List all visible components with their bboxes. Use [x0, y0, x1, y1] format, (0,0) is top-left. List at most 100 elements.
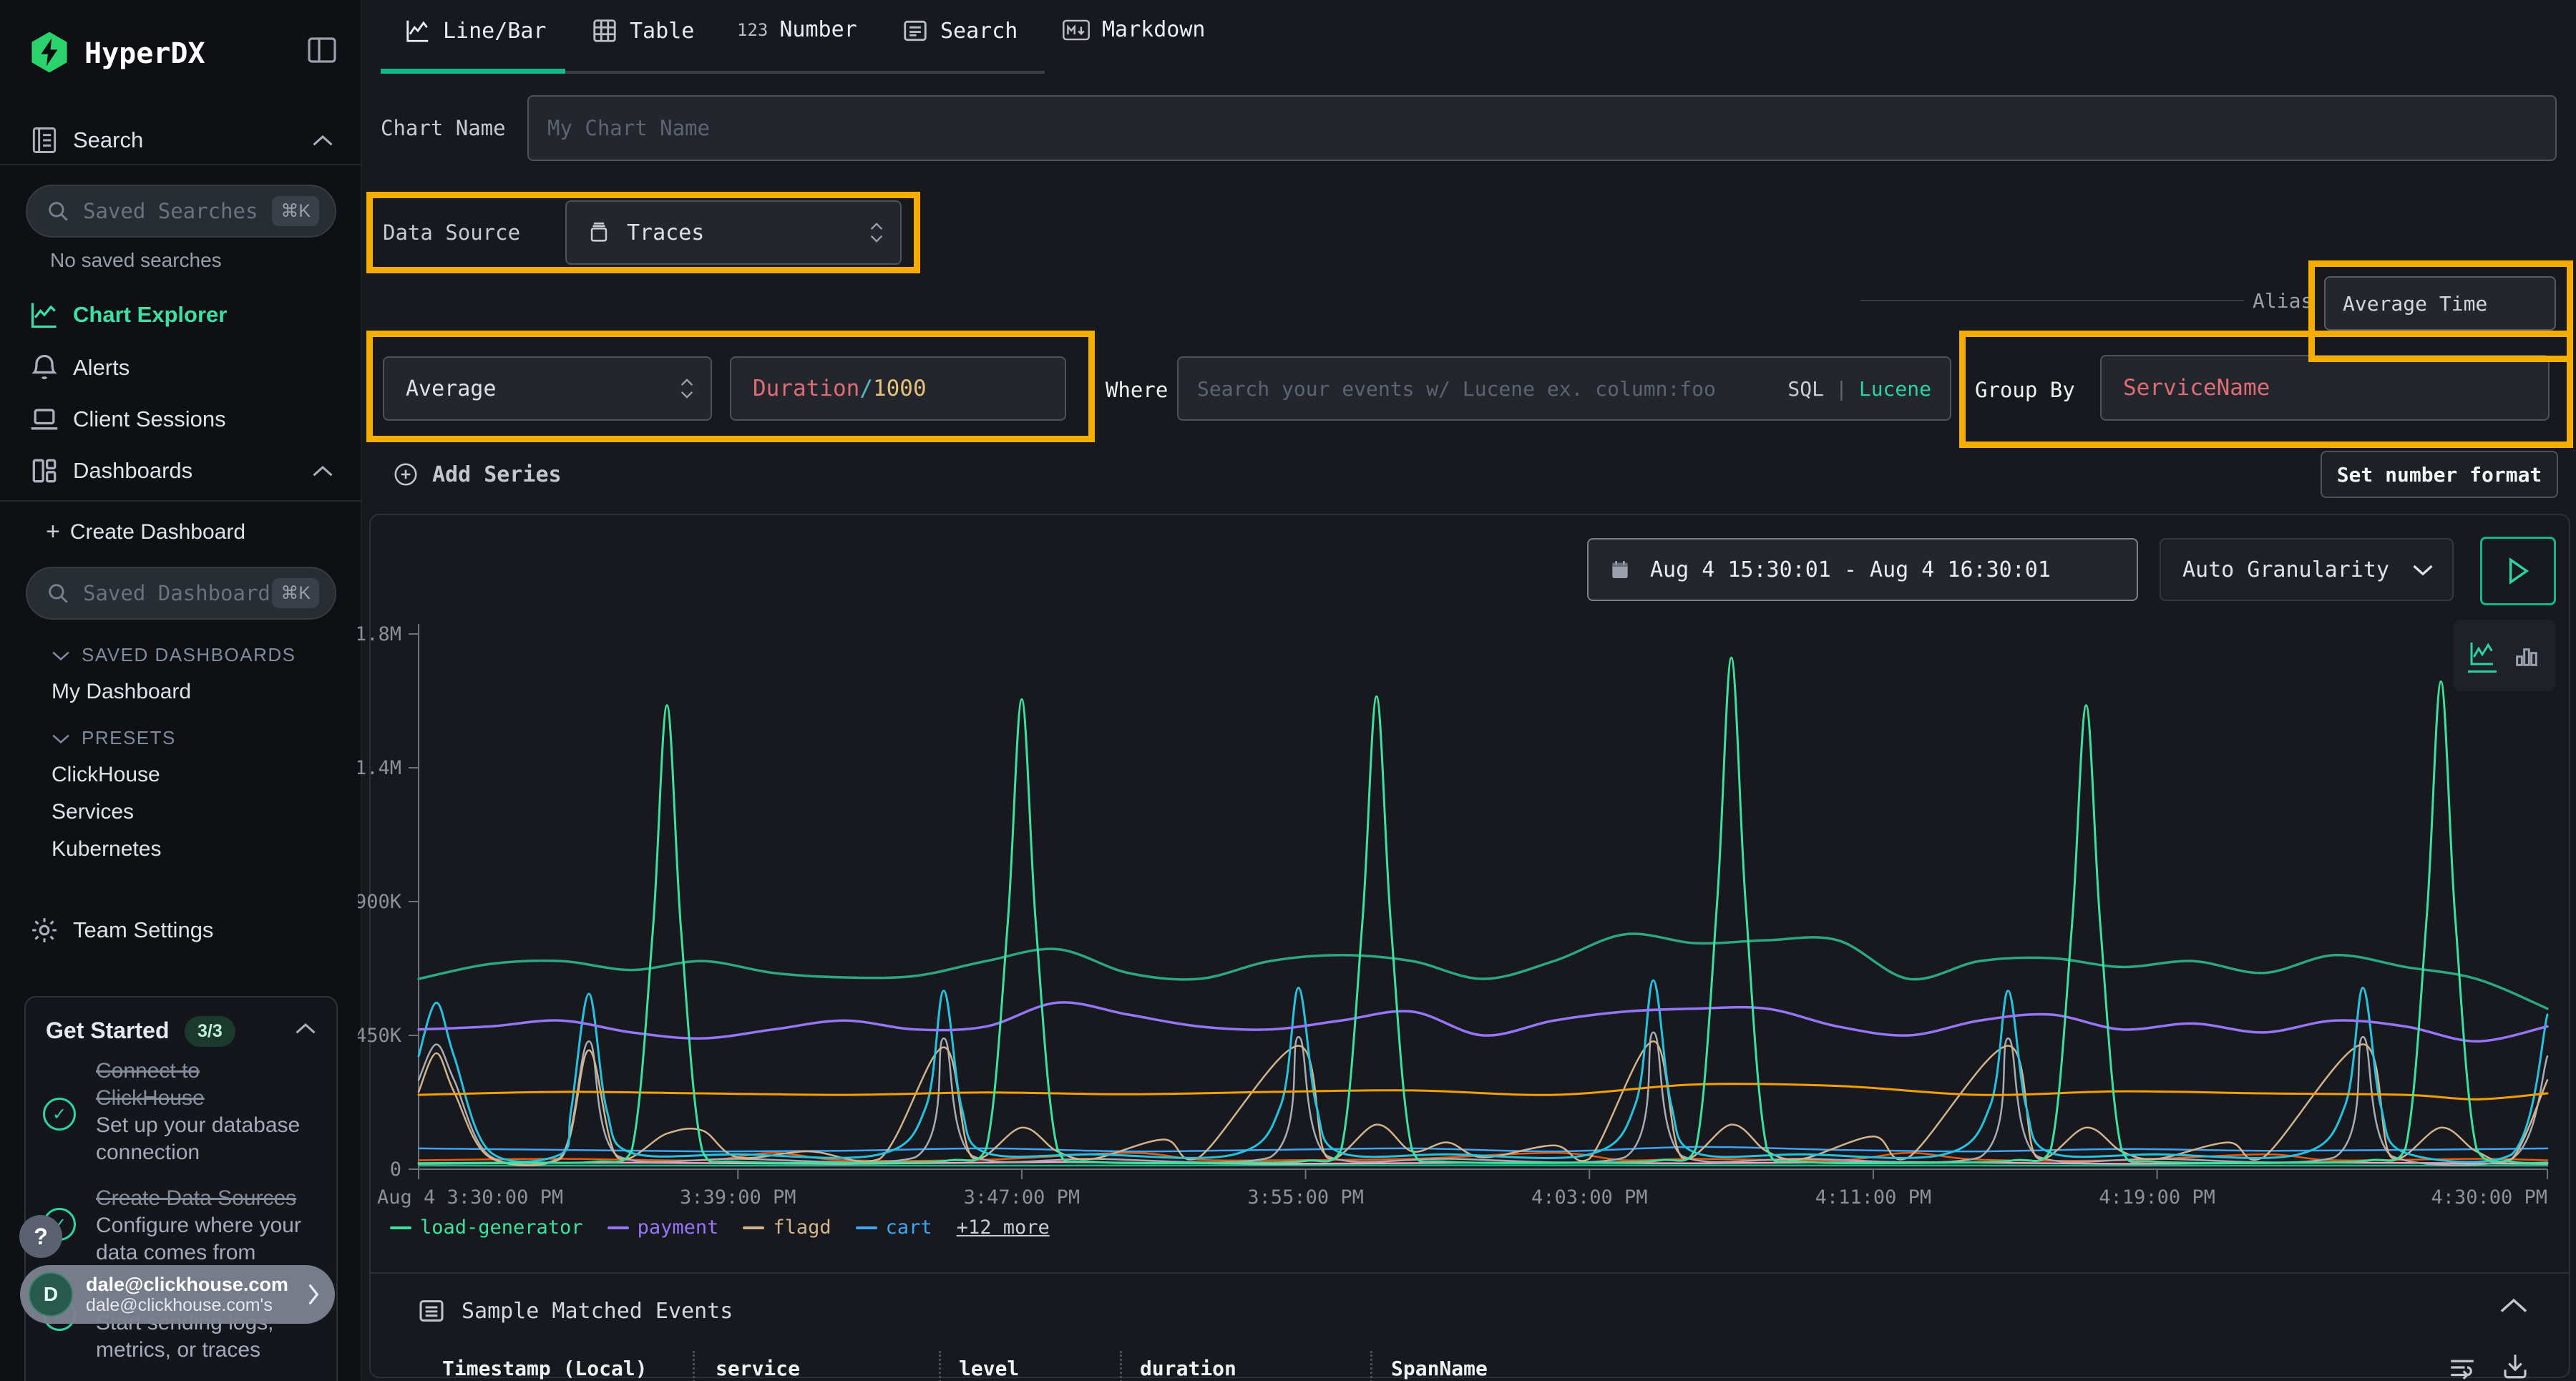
data-source-select[interactable]: Traces — [565, 200, 902, 265]
sql-mode-toggle[interactable]: SQL — [1787, 377, 1824, 401]
presets-section[interactable]: PRESETS — [52, 727, 176, 749]
svg-text:4:30:00 PM: 4:30:00 PM — [2431, 1186, 2547, 1209]
group-by-field[interactable]: ServiceName — [2100, 355, 2550, 421]
column-header-timestamp[interactable]: Timestamp (Local) — [442, 1357, 648, 1380]
help-button[interactable]: ? — [19, 1215, 62, 1258]
sidebar-item-kubernetes[interactable]: Kubernetes — [52, 837, 161, 862]
tab-search[interactable]: Search — [902, 17, 1018, 44]
123-icon: 123 — [737, 20, 768, 40]
section-label: PRESETS — [82, 727, 176, 749]
svg-text:4:03:00 PM: 4:03:00 PM — [1531, 1186, 1648, 1209]
column-header-duration[interactable]: duration — [1140, 1357, 1236, 1380]
column-separator[interactable] — [1370, 1351, 1372, 1381]
legend-swatch — [856, 1226, 877, 1229]
legend-item-cart[interactable]: cart — [856, 1216, 932, 1239]
sidebar-item-label: Chart Explorer — [73, 302, 227, 328]
sidebar-item-search[interactable]: Search — [0, 120, 362, 160]
sidebar-item-clickhouse[interactable]: ClickHouse — [52, 763, 160, 787]
metric-expression-field[interactable]: Duration/1000 — [730, 356, 1066, 421]
step2-desc-line1: Configure where your — [96, 1212, 301, 1239]
sidebar-item-alerts[interactable]: Alerts — [0, 348, 362, 388]
add-series-button[interactable]: Add Series — [392, 461, 562, 488]
sidebar-item-dashboards[interactable]: Dashboards — [0, 451, 362, 491]
column-separator[interactable] — [939, 1351, 941, 1381]
legend-item-payment[interactable]: payment — [608, 1216, 719, 1239]
tab-line-bar[interactable]: Line/Bar — [404, 17, 547, 44]
column-separator[interactable] — [693, 1351, 695, 1381]
alias-input[interactable] — [2326, 292, 2555, 316]
sidebar-item-team-settings[interactable]: Team Settings — [0, 910, 362, 950]
group-by-value: ServiceName — [2123, 375, 2270, 401]
metric-value-token: 1000 — [873, 376, 927, 401]
svg-text:3:55:00 PM: 3:55:00 PM — [1247, 1186, 1364, 1209]
tab-label: Number — [779, 17, 857, 42]
svg-text:450K: 450K — [358, 1025, 402, 1047]
wrap-lines-icon[interactable] — [2447, 1352, 2477, 1381]
column-header-service[interactable]: service — [716, 1357, 800, 1380]
legend-item-flagd[interactable]: flagd — [743, 1216, 831, 1239]
chevron-up-icon[interactable] — [295, 1022, 316, 1035]
tab-number[interactable]: 123 Number — [737, 17, 857, 42]
download-icon[interactable] — [2500, 1351, 2530, 1381]
granularity-select[interactable]: Auto Granularity — [2160, 538, 2454, 601]
sidebar-item-client-sessions[interactable]: Client Sessions — [0, 399, 362, 439]
legend-swatch — [390, 1226, 411, 1229]
set-number-format-button[interactable]: Set number format — [2321, 451, 2558, 498]
sidebar-item-label: Team Settings — [73, 917, 213, 943]
lucene-mode-toggle[interactable]: Lucene — [1859, 377, 1931, 401]
column-header-level[interactable]: level — [959, 1357, 1019, 1380]
aggregation-select[interactable]: Average — [383, 356, 712, 421]
create-dashboard-button[interactable]: + Create Dashboard — [46, 518, 245, 546]
saved-dashboards-input[interactable]: Saved Dashboards ⌘K — [26, 567, 336, 620]
sidebar-item-services[interactable]: Services — [52, 800, 134, 824]
saved-searches-placeholder: Saved Searches — [83, 199, 258, 223]
chart-name-label: Chart Name — [381, 116, 506, 140]
saved-dashboards-section[interactable]: SAVED DASHBOARDS — [52, 644, 296, 666]
date-range-picker[interactable]: Aug 4 15:30:01 - Aug 4 16:30:01 — [1587, 538, 2138, 601]
legend-more-link[interactable]: +12 more — [957, 1216, 1050, 1239]
gear-icon — [29, 914, 60, 946]
sidebar-item-my-dashboard[interactable]: My Dashboard — [52, 680, 191, 704]
sidebar-item-chart-explorer[interactable]: Chart Explorer — [0, 295, 362, 335]
tab-markdown[interactable]: Markdown — [1062, 17, 1206, 42]
sidebar-item-label: Search — [73, 127, 143, 153]
table-icon — [591, 17, 618, 44]
step1-desc-line1: Set up your database — [96, 1112, 300, 1139]
where-label: Where — [1106, 378, 1168, 402]
collapse-section-icon[interactable] — [2499, 1297, 2529, 1314]
where-field: SQL | Lucene — [1177, 356, 1951, 421]
run-query-button[interactable] — [2480, 537, 2556, 605]
chevron-up-icon — [312, 134, 333, 147]
legend-item-load-generator[interactable]: load-generator — [390, 1216, 583, 1239]
column-separator[interactable] — [1120, 1351, 1122, 1381]
magnifier-icon — [46, 581, 70, 605]
plus-icon: + — [46, 518, 60, 546]
column-header-spanname[interactable]: SpanName — [1391, 1357, 1488, 1380]
svg-text:4:11:00 PM: 4:11:00 PM — [1815, 1186, 1932, 1209]
date-range-value: Aug 4 15:30:01 - Aug 4 16:30:01 — [1650, 557, 2051, 582]
saved-searches-input[interactable]: Saved Searches ⌘K — [26, 185, 336, 238]
group-by-label: Group By — [1975, 378, 2075, 402]
svg-text:0: 0 — [390, 1158, 401, 1181]
user-menu[interactable]: D dale@clickhouse.com dale@clickhouse.co… — [20, 1265, 335, 1324]
tab-label: Markdown — [1102, 17, 1206, 42]
tab-table[interactable]: Table — [591, 17, 694, 44]
sample-events-header[interactable]: Sample Matched Events — [417, 1297, 733, 1325]
svg-text:3:39:00 PM: 3:39:00 PM — [680, 1186, 796, 1209]
svg-text:1.8M: 1.8M — [358, 623, 401, 645]
get-started-progress-badge: 3/3 — [185, 1016, 235, 1047]
line-chart-icon — [404, 17, 431, 44]
plus-circle-icon — [392, 461, 419, 488]
tab-label: Search — [940, 19, 1018, 44]
collapse-sidebar-icon[interactable] — [305, 33, 339, 67]
chart-name-input[interactable] — [529, 116, 2555, 140]
svg-text:1.4M: 1.4M — [358, 757, 401, 779]
mode-divider: | — [1835, 377, 1848, 401]
hyperdx-logo-icon — [27, 30, 72, 74]
legend-swatch — [608, 1226, 629, 1229]
chart-legend: load-generator payment flagd cart +12 mo… — [390, 1216, 1050, 1239]
timeseries-chart[interactable]: 0450K900K1.4M1.8MAug 4 3:30:00 PM3:39:00… — [358, 614, 2558, 1215]
tab-strip-border — [565, 71, 1045, 74]
bell-icon — [29, 352, 60, 384]
step1-title-line1: Connect to — [96, 1058, 300, 1085]
